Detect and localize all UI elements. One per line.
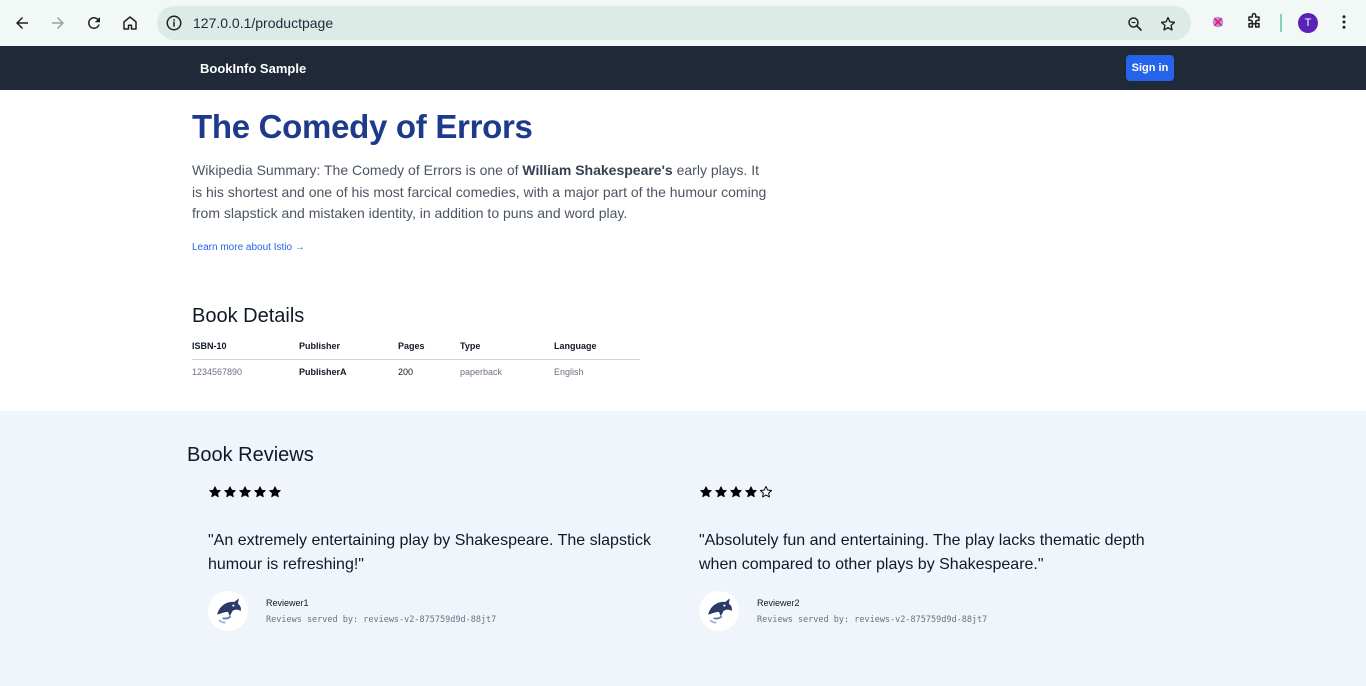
header-language: Language [554,333,640,360]
forward-button[interactable] [43,8,73,38]
star-rating [208,485,668,505]
review-card: "Absolutely fun and entertaining. The pl… [699,485,1159,631]
puzzle-icon[interactable] [1243,11,1265,33]
summary-text: Wikipedia Summary: The Comedy of Errors … [192,160,772,225]
summary-prefix: Wikipedia Summary: The Comedy of Errors … [192,162,523,178]
header-pages: Pages [398,333,460,360]
reviewer-block: Reviewer2 Reviews served by: reviews-v2-… [699,591,1159,631]
learn-more-link[interactable]: Learn more about Istio → [192,242,305,253]
details-header-row: ISBN-10 Publisher Pages Type Language [192,333,640,360]
review-card: "An extremely entertaining play by Shake… [208,485,668,631]
arrow-left-icon [16,17,28,29]
reviewer-name: Reviewer1 [266,597,309,608]
toolbar-divider [1280,14,1282,32]
review-text: "Absolutely fun and entertaining. The pl… [699,532,1145,573]
bookmark-star-icon[interactable] [1158,14,1178,34]
sign-in-button[interactable]: Sign in [1126,55,1174,81]
value-type: paperback [460,367,503,378]
home-button[interactable] [115,8,145,38]
profile-avatar[interactable]: T [1298,13,1318,33]
star-filled-icon [715,486,727,498]
served-by-text: Reviews served by: reviews-v2-875759d9d-… [266,614,497,625]
star-filled-icon [269,486,281,498]
star-filled-icon [700,486,712,498]
star-filled-icon [730,486,742,498]
reviewer-info: Reviewer2 Reviews served by: reviews-v2-… [757,598,987,625]
reload-button[interactable] [79,8,109,38]
details-table: ISBN-10 Publisher Pages Type Language 12… [192,333,640,385]
dolphin-icon [699,591,739,631]
star-rating [699,485,1159,505]
star-filled-icon [239,486,251,498]
star-filled-icon [209,486,221,498]
url-text[interactable]: 127.0.0.1/productpage [193,15,333,31]
served-by-text: Reviews served by: reviews-v2-875759d9d-… [757,614,988,625]
reviews-section: Book Reviews "An extremely entertaining … [0,411,1366,686]
zoom-icon[interactable] [1125,14,1145,34]
extension-bug-icon[interactable] [1207,11,1229,33]
address-bar[interactable]: 127.0.0.1/productpage [157,6,1191,40]
details-heading: Book Details [192,305,305,327]
reviewer-info: Reviewer1 Reviews served by: reviews-v2-… [266,598,496,625]
star-empty-icon [759,485,773,498]
star-filled-icon [224,486,236,498]
brand-link[interactable]: BookInfo Sample [200,61,306,76]
review-text: "An extremely entertaining play by Shake… [208,532,651,573]
reviews-heading: Book Reviews [187,444,314,466]
value-publisher: PublisherA [299,367,347,378]
summary-author: William Shakespeare's [522,162,673,178]
table-row: 1234567890 PublisherA 200 paperback Engl… [192,359,640,385]
reviewer-name: Reviewer2 [757,597,800,608]
browser-toolbar: 127.0.0.1/productpage T [0,0,1366,46]
star-filled-icon [254,486,266,498]
back-button[interactable] [7,8,37,38]
header-isbn: ISBN-10 [192,333,299,360]
dolphin-icon [208,591,248,631]
value-language: English [554,367,584,378]
value-isbn: 1234567890 [192,367,243,378]
header-type: Type [460,333,554,360]
value-pages: 200 [398,367,414,378]
app-header: BookInfo Sample Sign in [0,46,1366,90]
page-title: The Comedy of Errors [192,108,533,145]
header-publisher: Publisher [299,333,398,360]
kebab-menu-icon[interactable] [1333,11,1355,33]
arrow-right-icon [52,17,64,29]
home-icon [123,16,137,30]
info-icon[interactable] [165,14,183,32]
reviewer-block: Reviewer1 Reviews served by: reviews-v2-… [208,591,668,631]
reload-icon [87,16,100,29]
star-filled-icon [745,486,757,498]
